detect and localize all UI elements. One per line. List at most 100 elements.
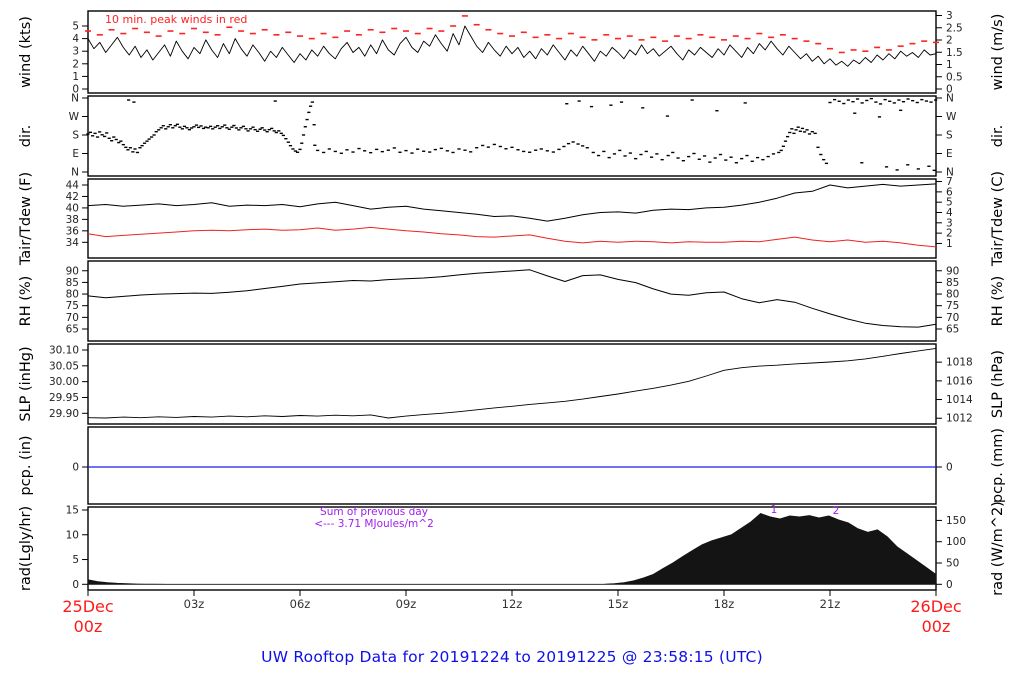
wind-direction-points-dash bbox=[288, 144, 293, 147]
wind-direction-points-dash bbox=[322, 151, 326, 154]
slp-trace bbox=[87, 347, 937, 419]
wind-direction-points-dash bbox=[874, 101, 878, 103]
x-tick-label: 25Dec bbox=[62, 597, 113, 616]
wind-direction-points-dash bbox=[241, 125, 246, 128]
y-tick-label-left: 70 bbox=[66, 312, 79, 324]
wind-direction-points-dash bbox=[107, 137, 111, 139]
wind-direction-points-dash bbox=[284, 137, 288, 140]
axis-label-pcp-right: pcp. (mm) bbox=[990, 428, 1006, 503]
wind-direction-points-dash bbox=[860, 102, 864, 104]
panel-dir: NWSENNWSENdir. dir. bbox=[18, 92, 1006, 178]
wind-direction-points-dash bbox=[445, 150, 449, 152]
y-tick-label-left: 30.00 bbox=[49, 376, 79, 388]
y-tick-label-left: 29.95 bbox=[49, 392, 79, 404]
wind-direction-points-dash bbox=[279, 132, 283, 135]
wind-direction-points-dash bbox=[363, 150, 367, 152]
wind-direction-points-dash bbox=[715, 110, 719, 112]
wind-direction-points-dash bbox=[133, 148, 137, 150]
wind-direction-points-dash bbox=[135, 151, 140, 154]
wind-direction-points-dash bbox=[469, 151, 473, 153]
wind-direction-points-dash bbox=[899, 109, 903, 112]
wind-direction-points-dash bbox=[807, 133, 812, 135]
wind-direction-points-dash bbox=[157, 129, 161, 131]
wind-direction-points-dash bbox=[251, 126, 255, 128]
y-tick-label-right: 50 bbox=[946, 558, 959, 570]
wind-peak-note: 10 min. peak winds in red bbox=[105, 13, 247, 26]
wind-direction-points-dash bbox=[609, 104, 613, 106]
wind-direction-points-dash bbox=[273, 100, 277, 102]
wind-direction-points-dash bbox=[824, 162, 829, 165]
y-tick-label-right: 3 bbox=[946, 10, 953, 22]
wind-direction-points-dash bbox=[916, 168, 920, 170]
rad-sum-annotation: <--- 3.71 MJoules/m^2 bbox=[314, 518, 434, 530]
wind-direction-points-dash bbox=[702, 155, 707, 157]
wind-direction-points-dash bbox=[422, 150, 426, 152]
y-tick-label-right: E bbox=[946, 148, 953, 160]
panel-temp: 4442403836347654321Tair/Tdew (F) Tair/Tde… bbox=[18, 171, 1006, 267]
wind-direction-points-dash bbox=[920, 98, 924, 101]
y-tick-label-left: E bbox=[72, 148, 79, 160]
axis-label-rh-right: RH (%) bbox=[990, 276, 1006, 327]
wind-direction-points-dash bbox=[307, 111, 311, 114]
x-tick-label: 00z bbox=[74, 617, 103, 636]
wind-direction-points-dash bbox=[131, 151, 135, 153]
wind-direction-points-dash bbox=[310, 101, 314, 103]
wind-direction-points-dash bbox=[86, 133, 90, 135]
wind-direction-points-dash bbox=[166, 126, 170, 128]
wind-direction-points-dash bbox=[545, 150, 549, 152]
wind-direction-points-dash bbox=[293, 150, 298, 152]
y-tick-label-left: 5 bbox=[72, 554, 79, 566]
wind-direction-points-dash bbox=[676, 157, 680, 159]
wind-direction-points-dash bbox=[934, 99, 938, 101]
rh-trace bbox=[87, 269, 937, 328]
wind-direction-points-dash bbox=[565, 103, 569, 105]
axis-label-pcp-left: pcp. (in) bbox=[18, 435, 34, 495]
panel-wind: 01234500.511.522.53wind (kts) wind (m/s)1… bbox=[18, 10, 1006, 95]
wind-direction-points-dash bbox=[745, 154, 749, 157]
wind-direction-points-dash bbox=[634, 157, 638, 160]
panel-temp-border bbox=[87, 178, 937, 259]
x-tick-label: 18z bbox=[714, 597, 735, 611]
wind-direction-points-dash bbox=[386, 149, 390, 151]
wind-direction-points-dash bbox=[888, 100, 892, 102]
x-tick-label: 09z bbox=[396, 597, 417, 611]
wind-direction-points-dash bbox=[124, 146, 128, 149]
wind-direction-points-dash bbox=[718, 153, 723, 156]
wind-direction-points-dash bbox=[171, 127, 175, 129]
wind-direction-points-dash bbox=[819, 153, 823, 156]
wind-direction-points-dash bbox=[660, 158, 664, 161]
wind-direction-points-dash bbox=[761, 158, 765, 161]
wind-direction-points-dash bbox=[743, 102, 747, 104]
wind-direction-points-dash bbox=[196, 126, 201, 129]
wind-direction-points-dash bbox=[734, 162, 738, 164]
wind-direction-points-dash bbox=[300, 142, 304, 144]
wind-direction-points-dash bbox=[117, 141, 121, 144]
y-tick-label-left: 85 bbox=[66, 277, 79, 289]
wind-direction-points-dash bbox=[168, 124, 172, 126]
wind-direction-points-dash bbox=[410, 152, 414, 154]
wind-direction-points-dash bbox=[150, 136, 154, 138]
wind-direction-points-dash bbox=[927, 165, 931, 167]
wind-direction-points-dash bbox=[98, 131, 102, 133]
wind-direction-points-dash bbox=[152, 134, 156, 136]
rad-peak-marker-2: 2 bbox=[833, 505, 840, 517]
wind-direction-points-dash bbox=[369, 151, 373, 154]
wind-direction-points-dash bbox=[220, 126, 224, 128]
wind-direction-points-dash bbox=[333, 150, 337, 153]
y-tick-label-left: N bbox=[71, 167, 79, 179]
wind-direction-points-dash bbox=[641, 107, 645, 109]
wind-direction-points-dash bbox=[777, 151, 781, 154]
wind-direction-points-dash bbox=[201, 127, 206, 130]
y-tick-label-left: 0 bbox=[72, 579, 79, 591]
wind-direction-points-dash bbox=[281, 134, 285, 137]
wind-direction-points-dash bbox=[729, 156, 733, 158]
wind-direction-points-dash bbox=[260, 127, 264, 129]
wind-direction-points-dash bbox=[798, 130, 802, 132]
y-tick-label-right: 1 bbox=[946, 59, 953, 71]
wind-direction-points-dash bbox=[218, 127, 222, 130]
wind-direction-points-dash bbox=[327, 148, 331, 150]
wind-direction-points-dash bbox=[929, 101, 933, 103]
wind-direction-points-dash bbox=[607, 156, 611, 159]
wind-direction-points-dash bbox=[301, 134, 306, 136]
wind-direction-points-dash bbox=[267, 128, 271, 131]
